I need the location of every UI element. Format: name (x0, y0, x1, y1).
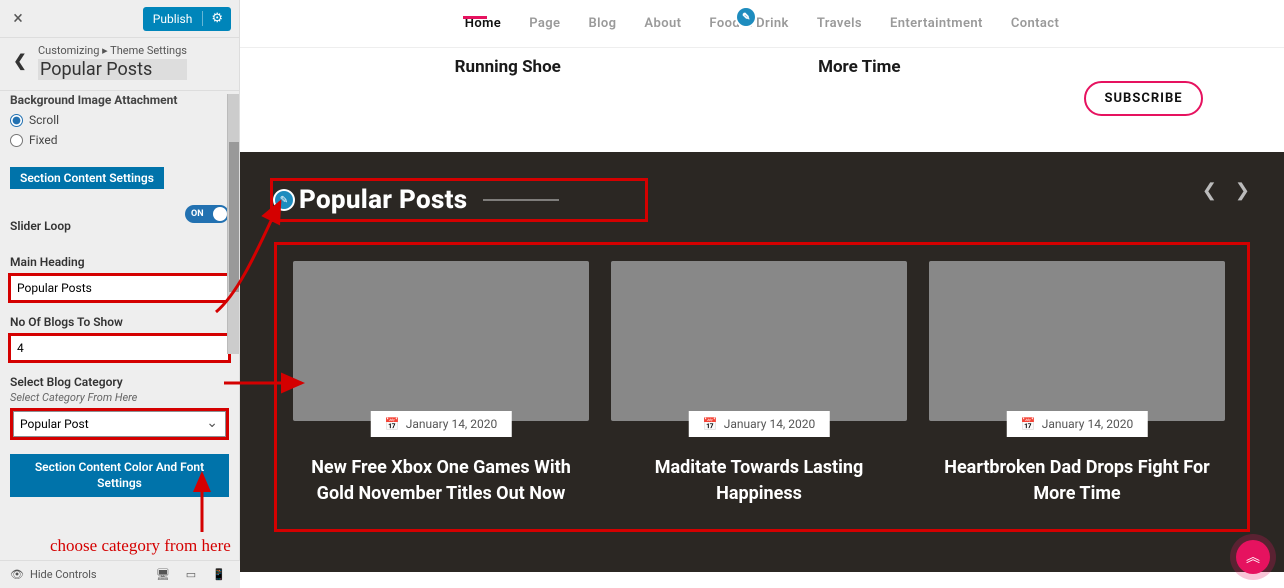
popular-heading-row: ✎ Popular Posts (275, 185, 559, 215)
category-sublabel: Select Category From Here (10, 391, 229, 404)
site-preview: Home Page Blog About Food & Drink ✎ Trav… (240, 0, 1284, 588)
desktop-icon[interactable]: 🖥 (156, 568, 170, 582)
prev-icon[interactable]: ❮ (1202, 180, 1217, 201)
slider-loop-toggle[interactable]: ON (185, 205, 229, 223)
heading-line (483, 199, 559, 201)
nav-contact[interactable]: Contact (1011, 16, 1059, 31)
calendar-icon: 📅 (703, 417, 718, 431)
breadcrumb: ❮ Customizing ▸ Theme Settings Popular P… (0, 38, 239, 91)
color-font-l2: Settings (97, 476, 142, 490)
blogs-count-input[interactable] (10, 335, 229, 361)
scroll-top-button[interactable]: ︽ (1236, 540, 1270, 574)
category-select-wrap: Popular Post (10, 408, 229, 440)
post-title: New Free Xbox One Games With Gold Novemb… (293, 455, 589, 507)
site-nav: Home Page Blog About Food & Drink ✎ Trav… (240, 0, 1284, 48)
nav-home[interactable]: Home (465, 16, 501, 31)
bg-attach-label: Background Image Attachment (10, 93, 177, 107)
calendar-icon: 📅 (1021, 417, 1036, 431)
popular-post[interactable]: 📅 January 14, 2020 Heartbroken Dad Drops … (929, 261, 1225, 507)
category-select[interactable]: Popular Post (13, 411, 226, 437)
close-icon[interactable]: × (8, 8, 28, 29)
publish-button[interactable]: Publish ⚙ (143, 7, 231, 31)
post-date-text: January 14, 2020 (1042, 417, 1134, 431)
edit-shortcut-icon[interactable]: ✎ (275, 191, 293, 209)
post-date: 📅 January 14, 2020 (689, 411, 830, 437)
calendar-icon: 📅 (385, 417, 400, 431)
back-icon[interactable]: ❮ (8, 44, 32, 76)
panel-top-bar: × Publish ⚙ (0, 0, 239, 38)
radio-scroll-input[interactable] (10, 114, 23, 127)
panel-scroll-thumb[interactable] (229, 142, 239, 292)
section-content-settings: Section Content Settings (10, 167, 164, 189)
color-font-button[interactable]: Section Content Color And Font Settings (10, 454, 229, 497)
top-card-1: Running Shoe (380, 56, 636, 132)
subscribe-box: SUBSCRIBE (1043, 56, 1244, 132)
top-cards: Running Shoe More Time SUBSCRIBE (240, 56, 1284, 132)
color-font-l1: Section Content Color And Font (35, 460, 204, 474)
post-date: 📅 January 14, 2020 (371, 411, 512, 437)
radio-fixed-label: Fixed (29, 133, 58, 147)
breadcrumb-text: Customizing ▸ Theme Settings Popular Pos… (38, 44, 187, 80)
eye-icon: 👁 (10, 568, 24, 581)
toggle-state: ON (191, 209, 204, 219)
post-image: 📅January 14, 2020 (293, 261, 589, 421)
device-icons: 🖥 ▭ 📱 (156, 568, 240, 582)
popular-post[interactable]: 📅 January 14, 2020 Maditate Towards Lasti… (611, 261, 907, 507)
radio-scroll-label: Scroll (29, 113, 59, 127)
tablet-icon[interactable]: ▭ (184, 568, 198, 582)
post-title: Maditate Towards Lasting Happiness (611, 455, 907, 507)
nav-entertain[interactable]: Entertaintment (890, 16, 983, 31)
post-image: 📅January 14, 2020 (611, 261, 907, 421)
mobile-icon[interactable]: 📱 (212, 568, 226, 582)
post-date: 📅 January 14, 2020 (1007, 411, 1148, 437)
post-image: 📅January 14, 2020 (929, 261, 1225, 421)
publish-label: Publish (143, 12, 203, 26)
post-date-text: January 14, 2020 (724, 417, 816, 431)
radio-fixed[interactable]: Fixed (10, 133, 229, 147)
popular-heading-highlight: ✎ Popular Posts (270, 178, 648, 222)
top-card-2: More Time (732, 56, 988, 132)
gear-icon[interactable]: ⚙ (202, 11, 231, 26)
chevron-right-icon: ▸ (102, 44, 110, 57)
nav-page[interactable]: Page (529, 16, 560, 31)
panel-footer: 👁 Hide Controls 🖥 ▭ 📱 (0, 560, 240, 588)
nav-travels[interactable]: Travels (817, 16, 862, 31)
popular-carousel-highlight: 📅 January 14, 2020 New Free Xbox One Game… (274, 242, 1250, 532)
radio-fixed-input[interactable] (10, 134, 23, 147)
slider-loop-label: Slider Loop (10, 219, 71, 233)
crumb-current: Popular Posts (38, 59, 187, 80)
next-icon[interactable]: ❯ (1235, 180, 1250, 201)
hide-controls-label: Hide Controls (30, 568, 97, 581)
radio-scroll[interactable]: Scroll (10, 113, 229, 127)
customizer-panel: × Publish ⚙ ❮ Customizing ▸ Theme Settin… (0, 0, 240, 588)
nav-blog[interactable]: Blog (588, 16, 616, 31)
panel-body: Background Image Attachment Scroll Fixed… (0, 93, 239, 497)
popular-heading: Popular Posts (299, 185, 467, 215)
category-label: Select Blog Category (10, 375, 229, 389)
carousel-nav: ❮ ❯ (1202, 180, 1250, 201)
nav-about[interactable]: About (644, 16, 681, 31)
main-heading-input[interactable] (10, 275, 229, 301)
subscribe-button[interactable]: SUBSCRIBE (1084, 81, 1202, 116)
main-heading-label: Main Heading (10, 255, 229, 269)
post-title: Heartbroken Dad Drops Fight For More Tim… (929, 455, 1225, 507)
annotation-choose-category: choose category from here (50, 536, 231, 556)
nav-food[interactable]: Food & Drink ✎ (709, 16, 788, 31)
popular-post[interactable]: 📅 January 14, 2020 New Free Xbox One Game… (293, 261, 589, 507)
blogs-count-label: No Of Blogs To Show (10, 315, 229, 329)
hide-controls[interactable]: 👁 Hide Controls (0, 568, 156, 581)
post-date-text: January 14, 2020 (406, 417, 498, 431)
panel-scrollbar[interactable] (227, 94, 239, 354)
crumb-theme: Theme Settings (110, 44, 187, 57)
crumb-customizing: Customizing (38, 44, 99, 57)
popular-posts-section: ✎ Popular Posts ❮ ❯ 📅 January 14, 2020 Ne… (240, 152, 1284, 572)
